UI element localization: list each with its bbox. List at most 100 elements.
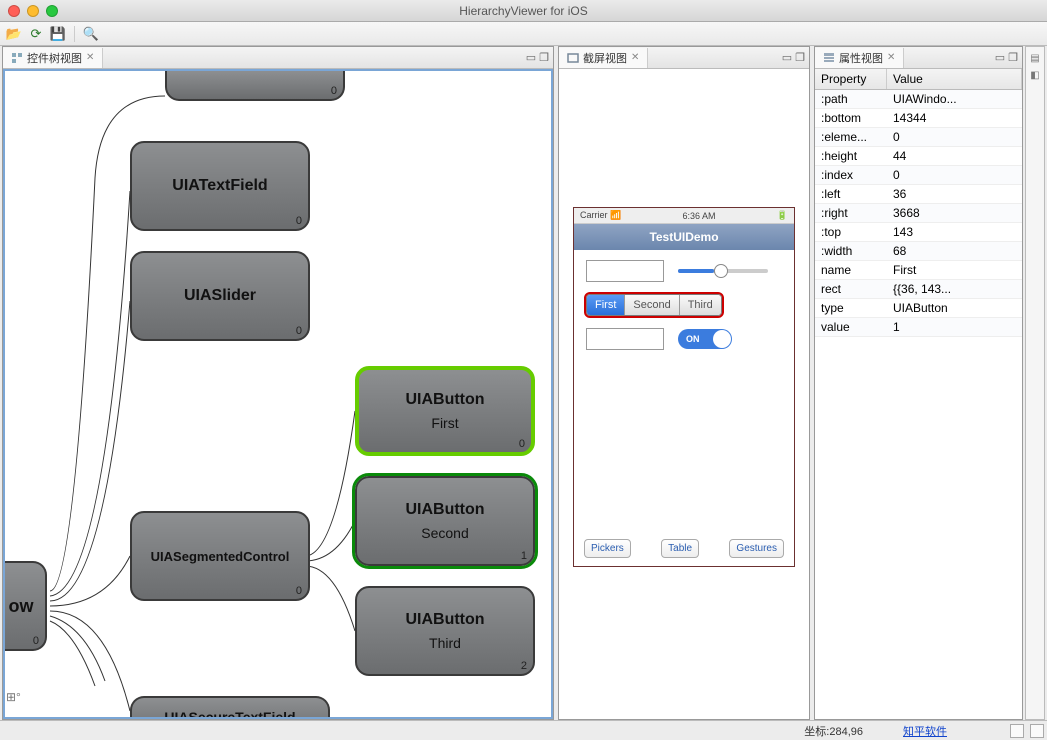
- tree-node-slider[interactable]: UIASlider 0: [130, 251, 310, 341]
- properties-table[interactable]: Property Value :pathUIAWindo...:bottom14…: [815, 69, 1022, 719]
- open-file-icon[interactable]: 📂: [6, 26, 22, 42]
- window-titlebar: HierarchyViewer for iOS: [0, 0, 1047, 22]
- segment-first[interactable]: First: [587, 295, 625, 315]
- gestures-button[interactable]: Gestures: [729, 539, 784, 558]
- property-key: :index: [815, 166, 887, 184]
- status-bar: 坐标:284,96 知平软件: [0, 720, 1047, 740]
- window-title: HierarchyViewer for iOS: [459, 4, 587, 18]
- zoom-icon[interactable]: [46, 5, 58, 17]
- slider[interactable]: [678, 261, 768, 281]
- property-key: :eleme...: [815, 128, 887, 146]
- tree-node-label: ow: [9, 596, 34, 617]
- property-value: UIAWindo...: [887, 90, 1022, 108]
- property-row[interactable]: :right3668: [815, 204, 1022, 223]
- save-icon[interactable]: 💾: [50, 26, 66, 42]
- tree-node-label: UIASecureTextField: [164, 709, 295, 719]
- tree-node-button-third[interactable]: UIAButton Third 2: [355, 586, 535, 676]
- zoom-tool-icon[interactable]: 🔍: [83, 26, 99, 42]
- property-row[interactable]: :eleme...0: [815, 128, 1022, 147]
- property-row[interactable]: typeUIAButton: [815, 299, 1022, 318]
- text-field[interactable]: [586, 260, 664, 282]
- property-key: :height: [815, 147, 887, 165]
- close-tab-icon[interactable]: ✕: [86, 52, 94, 63]
- right-gutter: ▤ ◧: [1025, 46, 1045, 720]
- pickers-button[interactable]: Pickers: [584, 539, 631, 558]
- property-key: rect: [815, 280, 887, 298]
- outline-view-icon[interactable]: ▤: [1030, 53, 1039, 64]
- tree-node-root[interactable]: ow 0: [3, 561, 47, 651]
- property-value: 36: [887, 185, 1022, 203]
- maximize-panel-icon[interactable]: ❐: [795, 51, 805, 64]
- tree-node-label: UIASlider: [184, 287, 256, 305]
- tree-tab-label: 控件树视图: [27, 50, 82, 66]
- tree-node-button-second[interactable]: UIAButton Second 1: [355, 476, 535, 566]
- property-key: :top: [815, 223, 887, 241]
- nav-title: TestUIDemo: [649, 230, 718, 244]
- sash-handle-icon[interactable]: ⊞°: [6, 690, 26, 706]
- property-value: First: [887, 261, 1022, 279]
- tree-canvas[interactable]: 0 ow 0 UIATextField 0 UIASlider 0 UIASeg…: [3, 69, 553, 719]
- tree-panel: 控件树视图 ✕ ▭ ❐ 0: [2, 46, 554, 720]
- close-tab-icon[interactable]: ✕: [887, 52, 895, 63]
- screenshot-tab[interactable]: 截屏视图 ✕: [559, 48, 648, 68]
- screenshot-panel: 截屏视图 ✕ ▭ ❐ Carrier 📶 6:36 AM 🔋 TestUIDem…: [558, 46, 810, 720]
- tree-node-segmented[interactable]: UIASegmentedControl 0: [130, 511, 310, 601]
- toolbar-separator: [74, 26, 75, 42]
- property-row[interactable]: rect{{36, 143...: [815, 280, 1022, 299]
- properties-tab-label: 属性视图: [839, 50, 883, 66]
- minimize-panel-icon[interactable]: ▭: [782, 51, 792, 64]
- segmented-control[interactable]: First Second Third: [586, 294, 722, 316]
- maximize-panel-icon[interactable]: ❐: [1008, 51, 1018, 64]
- tree-node-partial[interactable]: 0: [165, 71, 345, 101]
- property-row[interactable]: value1: [815, 318, 1022, 337]
- property-row[interactable]: :bottom14344: [815, 109, 1022, 128]
- statusbar-icon-1[interactable]: [1010, 724, 1024, 738]
- properties-tab[interactable]: 属性视图 ✕: [815, 48, 904, 68]
- segment-third[interactable]: Third: [680, 295, 721, 315]
- property-value: 1: [887, 318, 1022, 336]
- refresh-icon[interactable]: ⟳: [28, 26, 44, 42]
- property-row[interactable]: :index0: [815, 166, 1022, 185]
- tree-node-textfield[interactable]: UIATextField 0: [130, 141, 310, 231]
- minimize-panel-icon[interactable]: ▭: [995, 51, 1005, 64]
- tree-node-label: UIAButton: [405, 611, 484, 629]
- property-key: type: [815, 299, 887, 317]
- detail-view-icon[interactable]: ◧: [1030, 70, 1039, 81]
- maximize-panel-icon[interactable]: ❐: [539, 51, 549, 64]
- property-key: :left: [815, 185, 887, 203]
- property-value: 0: [887, 166, 1022, 184]
- property-row[interactable]: :pathUIAWindo...: [815, 90, 1022, 109]
- table-button[interactable]: Table: [661, 539, 699, 558]
- property-row[interactable]: :height44: [815, 147, 1022, 166]
- property-key: :right: [815, 204, 887, 222]
- vendor-link[interactable]: 知平软件: [903, 723, 947, 739]
- property-value: 14344: [887, 109, 1022, 127]
- switch-on[interactable]: ON: [678, 329, 732, 349]
- properties-header: Property Value: [815, 69, 1022, 90]
- coordinates-label: 坐标:284,96: [804, 723, 863, 739]
- property-value: 44: [887, 147, 1022, 165]
- tree-node-secure[interactable]: UIASecureTextField: [130, 696, 330, 719]
- statusbar-icon-2[interactable]: [1030, 724, 1044, 738]
- property-value: 143: [887, 223, 1022, 241]
- minimize-icon[interactable]: [27, 5, 39, 17]
- close-icon[interactable]: [8, 5, 20, 17]
- secure-text-field[interactable]: [586, 328, 664, 350]
- property-value: 0: [887, 128, 1022, 146]
- close-tab-icon[interactable]: ✕: [631, 52, 639, 63]
- property-row[interactable]: nameFirst: [815, 261, 1022, 280]
- ios-statusbar: Carrier 📶 6:36 AM 🔋: [574, 208, 794, 224]
- tree-node-label: UIAButton: [405, 391, 484, 409]
- property-row[interactable]: :width68: [815, 242, 1022, 261]
- device-screenshot: Carrier 📶 6:36 AM 🔋 TestUIDemo First S: [573, 207, 795, 567]
- property-row[interactable]: :left36: [815, 185, 1022, 204]
- tree-tab[interactable]: 控件树视图 ✕: [3, 48, 103, 68]
- battery-icon: 🔋: [777, 210, 788, 221]
- segment-second[interactable]: Second: [625, 295, 679, 315]
- tree-node-button-first[interactable]: UIAButton First 0: [355, 366, 535, 456]
- minimize-panel-icon[interactable]: ▭: [526, 51, 536, 64]
- tree-node-label: UIASegmentedControl: [151, 549, 290, 564]
- property-key: value: [815, 318, 887, 336]
- property-row[interactable]: :top143: [815, 223, 1022, 242]
- property-value: 68: [887, 242, 1022, 260]
